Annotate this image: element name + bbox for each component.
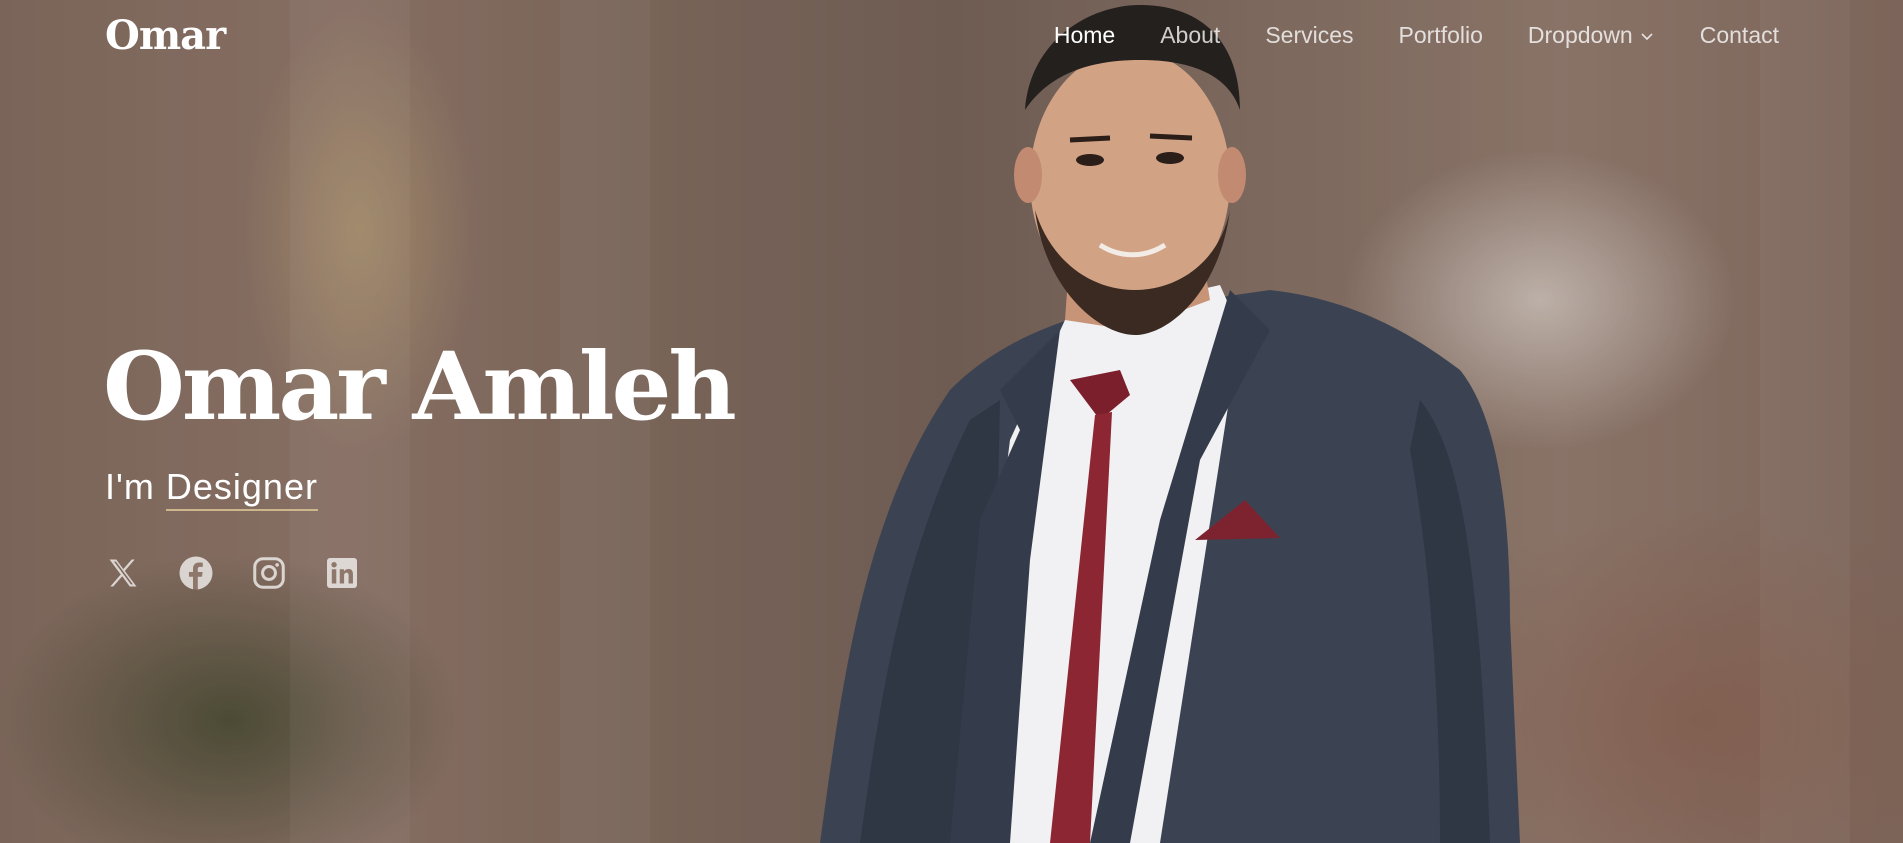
- site-header: Omar Home About Services Portfolio Dropd…: [0, 0, 1903, 74]
- nav-portfolio[interactable]: Portfolio: [1399, 22, 1483, 49]
- portrait-photo: [820, 5, 1520, 843]
- typed-role: Designer: [165, 466, 318, 511]
- hero-section: Omar Home About Services Portfolio Dropd…: [0, 0, 1903, 843]
- facebook-icon[interactable]: [177, 554, 215, 592]
- nav-contact[interactable]: Contact: [1700, 22, 1779, 49]
- chevron-down-icon: [1641, 32, 1653, 40]
- instagram-icon[interactable]: [250, 554, 288, 592]
- nav-home[interactable]: Home: [1054, 22, 1115, 49]
- nav-services[interactable]: Services: [1265, 22, 1353, 49]
- site-logo[interactable]: Omar: [105, 12, 226, 59]
- hero-subtitle: I'm Designer: [105, 466, 318, 511]
- main-nav: Home About Services Portfolio Dropdown C…: [1009, 22, 1779, 49]
- hero-name: Omar Amleh: [103, 332, 737, 442]
- nav-dropdown[interactable]: Dropdown: [1528, 22, 1655, 49]
- linkedin-icon[interactable]: [323, 554, 361, 592]
- social-links: [104, 554, 361, 592]
- subtitle-prefix: I'm: [105, 466, 155, 507]
- nav-dropdown-label: Dropdown: [1527, 22, 1633, 48]
- nav-about[interactable]: About: [1160, 22, 1220, 49]
- x-twitter-icon[interactable]: [104, 554, 142, 592]
